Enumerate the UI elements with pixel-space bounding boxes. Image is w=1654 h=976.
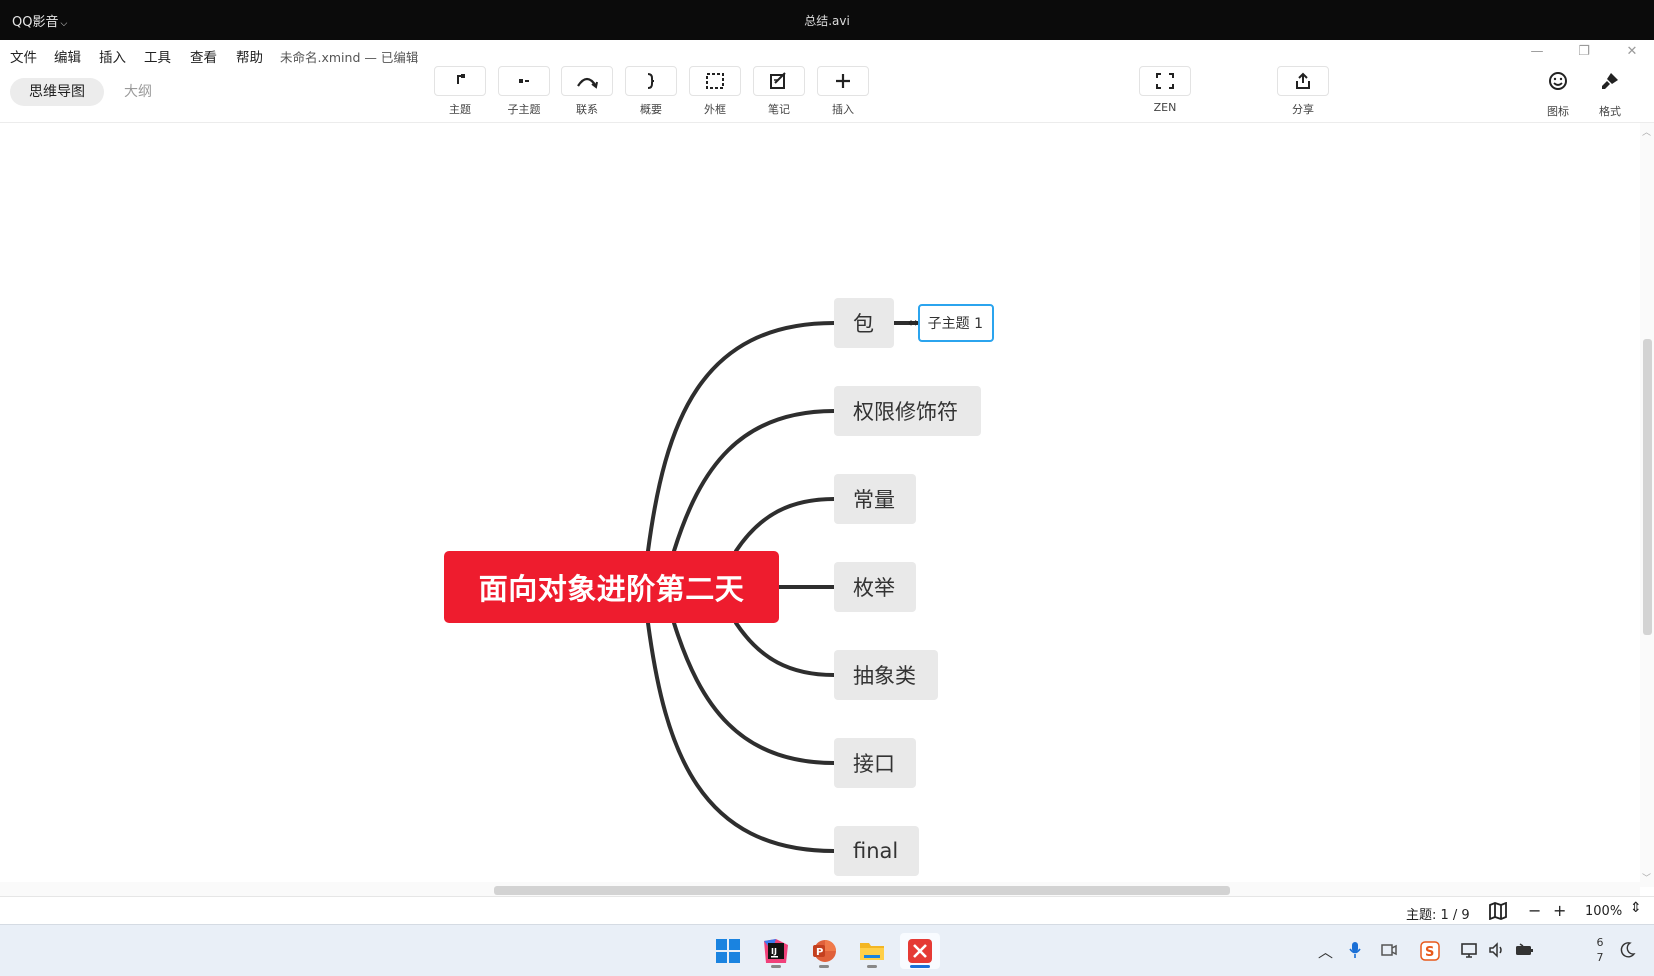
note-button-label: 笔记 [768,103,790,116]
connector-abstract-class [734,621,836,677]
xmind-window: 文件 编辑 插入 工具 查看 帮助 未命名.xmind — 已编辑 — ❐ ✕ … [0,40,1654,924]
central-topic[interactable]: 面向对象进阶第二天 [444,551,779,623]
menu-help[interactable]: 帮助 [236,46,263,66]
menu-file[interactable]: 文件 [10,46,37,66]
format-panel-button[interactable]: 格式 [1584,66,1636,122]
powerpoint-icon[interactable]: P [804,933,844,969]
zen-button-label: ZEN [1153,101,1177,114]
branch-topic[interactable]: 常量 [834,474,916,524]
note-button[interactable]: 笔记 [753,66,805,122]
vertical-scroll-thumb[interactable] [1643,339,1652,635]
night-mode-icon[interactable] [1620,941,1636,963]
share-button-label: 分享 [1292,103,1314,116]
topic-icon [457,74,465,84]
status-bar: 主题: 1 / 9 − + 100% ⇕ [0,896,1654,924]
branch-topic[interactable]: 枚举 [834,562,916,612]
network-display-icon[interactable] [1460,941,1480,963]
scroll-down-icon[interactable]: ﹀ [1642,871,1651,884]
svg-text:P: P [816,947,823,958]
zoom-level[interactable]: 100% [1585,904,1622,919]
branch-connectors [646,321,920,853]
xmind-icon[interactable] [900,933,940,969]
player-file-title: 总结.avi [804,14,850,28]
map-view-icon[interactable] [1488,901,1508,924]
subtopic-button-label: 子主题 [507,103,541,116]
topic-button-label: 主题 [449,103,471,116]
player-title-bar: QQ影音 ⌵ 总结.avi [0,0,1654,40]
menu-bar: 文件 编辑 插入 工具 查看 帮助 未命名.xmind — 已编辑 — ❐ ✕ [0,40,1654,66]
clock-line-1: 6 [1596,936,1604,949]
windows-taskbar: IJ P ︿ S 6 7 [0,924,1654,976]
zen-button[interactable]: ZEN [1139,66,1191,122]
microphone-icon[interactable] [1348,941,1362,963]
topic-button[interactable]: 主题 [434,66,486,122]
branch-topic[interactable]: 权限修饰符 [834,386,981,436]
topic-count: 主题: 1 / 9 [1406,908,1470,923]
branch-topic[interactable]: final [834,826,919,876]
document-title: 未命名.xmind — 已编辑 [280,47,418,66]
zoom-out-button[interactable]: − [1528,901,1541,920]
menu-edit[interactable]: 编辑 [54,46,81,66]
clock-line-2: 7 [1596,951,1604,964]
input-method-icon[interactable] [1380,941,1398,963]
horizontal-scroll-thumb[interactable] [494,886,1230,895]
tray-overflow-chevron-icon[interactable]: ︿ [1318,941,1333,962]
vertical-scrollbar[interactable]: ︿ ﹀ [1640,123,1654,887]
menu-view[interactable]: 查看 [190,46,217,66]
relationship-icon [577,77,598,89]
share-button[interactable]: 分享 [1277,66,1329,122]
horizontal-scrollbar[interactable] [0,882,1640,896]
close-button[interactable]: ✕ [1622,44,1642,59]
minimize-button[interactable]: — [1527,44,1547,59]
scroll-up-icon[interactable]: ︿ [1642,125,1651,138]
intellij-idea-icon[interactable]: IJ [756,933,796,969]
boundary-button-label: 外框 [704,103,726,116]
windows-start-icon[interactable] [708,933,748,969]
fullscreen-icon [1156,73,1174,89]
branch-topic[interactable]: 抽象类 [834,650,938,700]
insert-button[interactable]: 插入 [817,66,869,122]
relationship-button[interactable]: 联系 [561,66,613,122]
subtopic-button[interactable]: 子主题 [498,66,550,122]
smiley-icon [1549,72,1567,90]
tab-outline[interactable]: 大纲 [110,78,166,106]
branch-topic[interactable]: 接口 [834,738,916,788]
connector-constant [734,497,836,553]
format-brush-icon [1602,73,1618,89]
mindmap-canvas[interactable]: 面向对象进阶第二天 包 权限修饰符 常量 枚举 抽象类 接口 final 子主题… [0,123,1640,887]
menu-insert[interactable]: 插入 [99,46,126,66]
boundary-icon [706,73,724,89]
relationship-button-label: 联系 [576,103,598,116]
document-state: — 已编辑 [364,50,419,65]
battery-icon[interactable] [1514,941,1536,963]
note-icon [770,72,786,89]
subtopic-icon [519,79,529,83]
file-explorer-icon[interactable] [852,933,892,969]
restore-button[interactable]: ❐ [1574,44,1594,59]
sogou-ime-icon[interactable]: S [1420,941,1440,965]
share-icon [1296,72,1310,89]
format-panel-label: 格式 [1599,105,1621,118]
insert-button-label: 插入 [832,103,854,116]
subtopic-edit-box[interactable]: 子主题 1 [918,304,994,342]
branch-topic[interactable]: 包 [834,298,894,348]
resize-cursor-icon: ⇔ [908,316,919,331]
zoom-in-button[interactable]: + [1553,901,1566,920]
tab-mindmap[interactable]: 思维导图 [10,78,104,106]
summary-brace-icon [647,73,655,89]
svg-text:IJ: IJ [771,947,777,956]
summary-button-label: 概要 [640,103,662,116]
boundary-button[interactable]: 外框 [689,66,741,122]
summary-button[interactable]: 概要 [625,66,677,122]
document-name: 未命名.xmind [280,50,361,65]
plus-icon [836,74,850,88]
taskbar-clock[interactable]: 67 [1592,935,1608,965]
svg-text:S: S [1425,945,1434,960]
zoom-stepper-icon[interactable]: ⇕ [1630,900,1642,916]
menu-tools[interactable]: 工具 [144,46,171,66]
volume-icon[interactable] [1488,941,1506,963]
